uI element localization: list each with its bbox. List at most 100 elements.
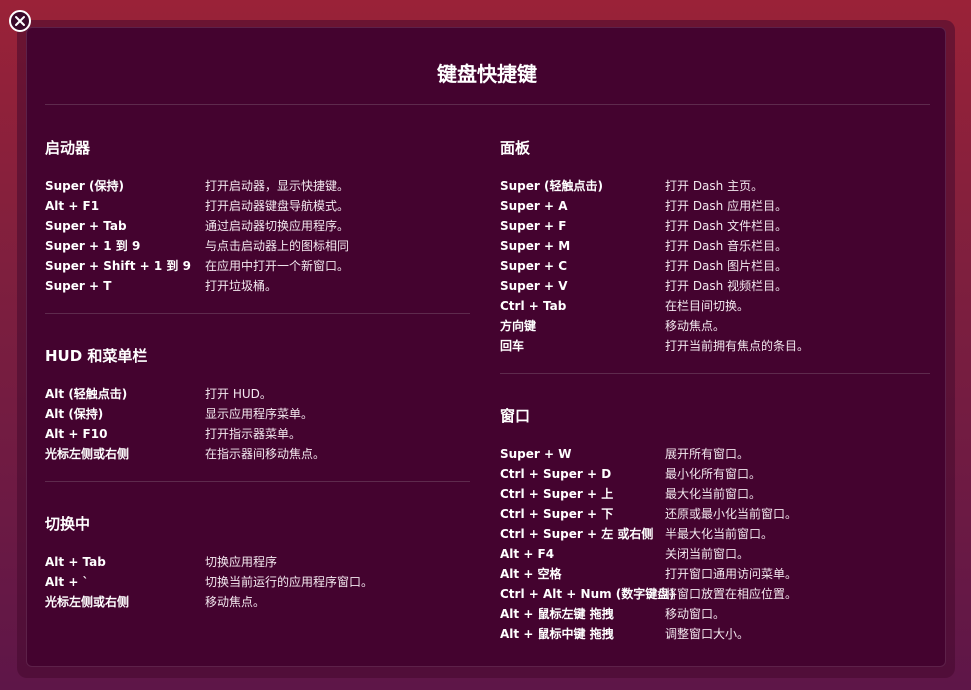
shortcut-key: Super + 1 到 9 (45, 239, 141, 253)
shortcut-row: Super + 1 到 9 与点击启动器上的图标相同 (45, 236, 349, 256)
shortcut-description: 打开 Dash 音乐栏目。 (665, 239, 788, 253)
shortcut-row: Alt (保持) 显示应用程序菜单。 (45, 404, 325, 424)
shortcut-key: Alt (保持) (45, 407, 104, 421)
shortcut-description: 打开 HUD。 (205, 387, 272, 401)
shortcut-key: Super + Shift + 1 到 9 (45, 259, 191, 273)
shortcut-key: Super + T (45, 279, 112, 293)
shortcut-description: 打开启动器，显示快捷键。 (205, 179, 350, 193)
shortcut-key: Alt + 鼠标中键 拖拽 (500, 627, 614, 641)
shortcut-key: Super + A (500, 199, 568, 213)
shortcut-key: Super + Tab (45, 219, 127, 233)
shortcut-key: Super + C (500, 259, 568, 273)
section-hud: HUD 和菜单栏 Alt (轻触点击) 打开 HUD。 Alt (保持) 显示应用程… (45, 346, 325, 464)
shortcut-description: 在指示器间移动焦点。 (205, 447, 326, 461)
shortcut-key: Super + F (500, 219, 567, 233)
shortcut-description: 还原或最小化当前窗口。 (665, 507, 798, 521)
section-switching: 切换中 Alt + Tab 切换应用程序 Alt + ` 切换当前运行的应用程序窗口… (45, 514, 373, 612)
shortcut-description: 打开启动器键盘导航模式。 (205, 199, 350, 213)
shortcut-description: 打开当前拥有焦点的条目。 (665, 339, 810, 353)
shortcut-key: Alt + 鼠标左键 拖拽 (500, 607, 614, 621)
section-windows: 窗口 Super + W 展开所有窗口。 Ctrl + Super + D 最小化所… (500, 406, 797, 644)
shortcut-description: 打开 Dash 图片栏目。 (665, 259, 788, 273)
shortcut-key: Ctrl + Alt + Num (数字键盘) (500, 587, 675, 601)
shortcut-row: Super + Tab 通过启动器切换应用程序。 (45, 216, 349, 236)
shortcut-row: Super + Shift + 1 到 9 在应用中打开一个新窗口。 (45, 256, 349, 276)
shortcut-description: 调整窗口大小。 (665, 627, 750, 641)
shortcut-description: 切换当前运行的应用程序窗口。 (205, 575, 374, 589)
shortcut-row: Alt + F10 打开指示器菜单。 (45, 424, 325, 444)
shortcut-description: 移动焦点。 (665, 319, 726, 333)
shortcut-row: Alt + 空格 打开窗口通用访问菜单。 (500, 564, 797, 584)
close-icon (15, 16, 25, 26)
shortcut-row: Super + T 打开垃圾桶。 (45, 276, 349, 296)
shortcut-key: Super (轻触点击) (500, 179, 603, 193)
shortcut-key: Alt + 空格 (500, 567, 562, 581)
shortcut-key: Alt + Tab (45, 555, 106, 569)
shortcut-row: 方向键 移动焦点。 (500, 316, 809, 336)
shortcut-row: Super + V 打开 Dash 视频栏目。 (500, 276, 809, 296)
shortcut-key: Super (保持) (45, 179, 124, 193)
shortcut-description: 打开窗口通用访问菜单。 (665, 567, 798, 581)
keyboard-shortcuts-panel: 键盘快捷键 启动器 Super (保持) 打开启动器，显示快捷键。 Alt + F… (26, 27, 946, 667)
shortcut-description: 打开指示器菜单。 (205, 427, 302, 441)
shortcut-description: 打开 Dash 视频栏目。 (665, 279, 788, 293)
shortcut-row: Ctrl + Tab 在栏目间切换。 (500, 296, 809, 316)
shortcut-description: 显示应用程序菜单。 (205, 407, 314, 421)
shortcut-description: 移动窗口。 (665, 607, 726, 621)
shortcut-key: Alt + ` (45, 575, 89, 589)
shortcut-row: Ctrl + Super + D 最小化所有窗口。 (500, 464, 797, 484)
shortcut-key: Ctrl + Super + 左 或右侧 (500, 527, 654, 541)
shortcut-description: 打开 Dash 文件栏目。 (665, 219, 788, 233)
shortcut-key: 光标左侧或右侧 (45, 595, 130, 609)
shortcut-row: Alt + F4 关闭当前窗口。 (500, 544, 797, 564)
shortcut-description: 打开 Dash 应用栏目。 (665, 199, 788, 213)
shortcut-key: Ctrl + Super + 上 (500, 487, 614, 501)
shortcut-row: Ctrl + Super + 左 或右侧 半最大化当前窗口。 (500, 524, 797, 544)
section-divider (45, 313, 470, 314)
shortcut-key: Super + V (500, 279, 568, 293)
shortcut-description: 通过启动器切换应用程序。 (205, 219, 350, 233)
section-title: 窗口 (500, 407, 531, 425)
shortcut-key: Alt + F10 (45, 427, 108, 441)
shortcut-row: 光标左侧或右侧 移动焦点。 (45, 592, 373, 612)
shortcut-key: 回车 (500, 339, 525, 353)
section-title: 切换中 (45, 515, 91, 533)
shortcut-row: Alt (轻触点击) 打开 HUD。 (45, 384, 325, 404)
shortcut-row: Alt + Tab 切换应用程序 (45, 552, 373, 572)
shortcut-description: 移动焦点。 (205, 595, 266, 609)
shortcut-row: 光标左侧或右侧 在指示器间移动焦点。 (45, 444, 325, 464)
section-title: 面板 (500, 139, 531, 157)
shortcut-row: Super + C 打开 Dash 图片栏目。 (500, 256, 809, 276)
shortcut-key: Alt (轻触点击) (45, 387, 128, 401)
section-dash: 面板 Super (轻触点击) 打开 Dash 主页。 Super + A 打开 D… (500, 138, 809, 356)
section-divider (45, 481, 470, 482)
shortcut-description: 最大化当前窗口。 (665, 487, 762, 501)
shortcut-description: 切换应用程序 (205, 555, 278, 569)
shortcut-description: 在栏目间切换。 (665, 299, 750, 313)
shortcut-row: Alt + F1 打开启动器键盘导航模式。 (45, 196, 349, 216)
shortcut-description: 将窗口放置在相应位置。 (665, 587, 798, 601)
section-title: HUD 和菜单栏 (45, 347, 148, 365)
shortcut-row: Super + F 打开 Dash 文件栏目。 (500, 216, 809, 236)
section-launcher: 启动器 Super (保持) 打开启动器，显示快捷键。 Alt + F1 打开启动器… (45, 138, 349, 296)
shortcut-row: 回车 打开当前拥有焦点的条目。 (500, 336, 809, 356)
shortcut-description: 打开垃圾桶。 (205, 279, 278, 293)
shortcut-key: Alt + F1 (45, 199, 100, 213)
shortcut-row: Alt + ` 切换当前运行的应用程序窗口。 (45, 572, 373, 592)
shortcut-row: Super (保持) 打开启动器，显示快捷键。 (45, 176, 349, 196)
shortcut-row: Super (轻触点击) 打开 Dash 主页。 (500, 176, 809, 196)
shortcut-row: Ctrl + Super + 上 最大化当前窗口。 (500, 484, 797, 504)
shortcut-description: 打开 Dash 主页。 (665, 179, 764, 193)
shortcut-row: Ctrl + Alt + Num (数字键盘) 将窗口放置在相应位置。 (500, 584, 797, 604)
section-divider (500, 373, 930, 374)
page-title: 键盘快捷键 (437, 62, 537, 86)
shortcut-description: 最小化所有窗口。 (665, 467, 762, 481)
shortcut-key: Ctrl + Super + D (500, 467, 612, 481)
shortcut-key: Super + W (500, 447, 572, 461)
shortcut-key: Alt + F4 (500, 547, 555, 561)
shortcut-description: 与点击启动器上的图标相同 (205, 239, 350, 253)
shortcut-description: 半最大化当前窗口。 (665, 527, 774, 541)
shortcut-key: Ctrl + Tab (500, 299, 567, 313)
shortcut-row: Ctrl + Super + 下 还原或最小化当前窗口。 (500, 504, 797, 524)
shortcut-row: Super + M 打开 Dash 音乐栏目。 (500, 236, 809, 256)
